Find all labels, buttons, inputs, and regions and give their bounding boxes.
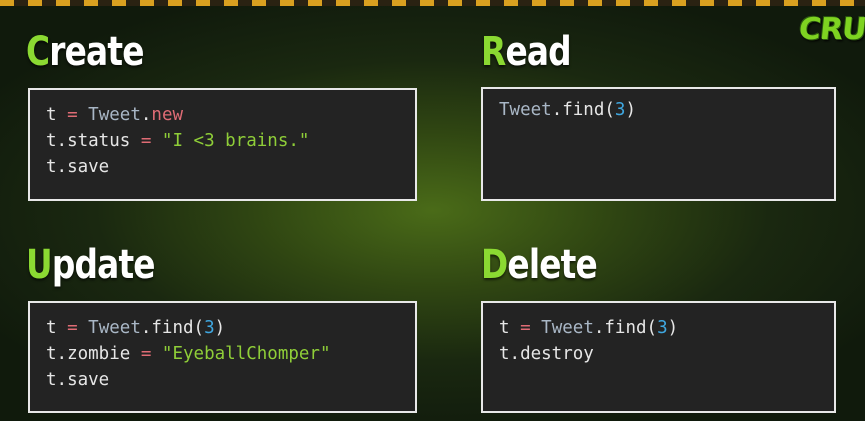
code-token-plain: t — [499, 318, 521, 338]
code-token-plain: t.status — [46, 131, 141, 151]
heading-rest: elete — [507, 242, 597, 288]
code-token-str: "I <3 brains." — [161, 131, 310, 151]
code-line: Tweet.find(3) — [499, 97, 818, 123]
heading-rest: reate — [49, 29, 144, 75]
heading-initial: R — [481, 29, 506, 75]
code-block-create: t = Tweet.new t.status = "I <3 brains." t.… — [28, 88, 417, 201]
code-token-plain: ) — [625, 100, 636, 120]
code-token-num: 3 — [614, 100, 626, 120]
heading-initial: D — [481, 242, 508, 288]
code-token-op: = — [520, 318, 531, 338]
code-token-method: new — [151, 105, 184, 125]
heading-initial: C — [26, 29, 50, 75]
top-stripe — [0, 0, 865, 6]
code-token-plain: .find( — [593, 318, 658, 338]
code-token-str: "EyeballChomper" — [161, 344, 331, 364]
heading-update: Update — [26, 242, 156, 288]
code-token-class: Tweet — [88, 318, 141, 338]
code-token-class: Tweet — [541, 318, 594, 338]
code-line: t = Tweet.find(3) — [499, 315, 818, 341]
heading-initial: U — [26, 242, 53, 288]
heading-rest: pdate — [51, 242, 156, 288]
code-token-num: 3 — [657, 318, 668, 338]
code-token-plain: .find( — [140, 318, 205, 338]
heading-read: Read — [481, 29, 572, 75]
code-line: t = Tweet.new — [46, 102, 399, 128]
code-token-op: = — [67, 105, 78, 125]
code-block-read: Tweet.find(3) — [481, 87, 836, 201]
code-line: t.status = "I <3 brains." — [46, 128, 399, 154]
code-token-num: 3 — [204, 318, 215, 338]
code-line: t.save — [46, 154, 399, 180]
logo-text: CRU — [797, 12, 865, 47]
code-line: t.destroy — [499, 341, 818, 367]
code-token-plain: t — [46, 105, 68, 125]
code-token-class: Tweet — [88, 105, 141, 125]
code-line: t.zombie = "EyeballChomper" — [46, 341, 399, 367]
code-token-plain: t.save — [46, 370, 110, 390]
code-token-op: = — [67, 318, 78, 338]
code-token-plain: . — [140, 105, 152, 125]
code-token-class: Tweet — [499, 100, 552, 120]
code-line: t = Tweet.find(3) — [46, 315, 399, 341]
code-token-plain: ) — [214, 318, 226, 338]
logo: CRU — [795, 6, 865, 52]
code-token-plain: t.save — [46, 157, 110, 177]
code-token-op: = — [140, 344, 152, 364]
code-token-op: = — [140, 131, 152, 151]
code-token-plain: t.destroy — [499, 344, 594, 364]
code-token-plain: t — [46, 318, 68, 338]
code-line: t.save — [46, 367, 399, 393]
heading-create: Create — [26, 32, 144, 72]
code-token-plain: t.zombie — [46, 344, 141, 364]
heading-delete: Delete — [481, 242, 598, 288]
code-block-delete: t = Tweet.find(3) t.destroy — [481, 301, 836, 413]
code-token-plain: .find( — [551, 100, 615, 120]
code-block-update: t = Tweet.find(3) t.zombie = "EyeballChom… — [28, 301, 417, 413]
heading-rest: ead — [505, 29, 571, 75]
code-token-plain: ) — [667, 318, 679, 338]
